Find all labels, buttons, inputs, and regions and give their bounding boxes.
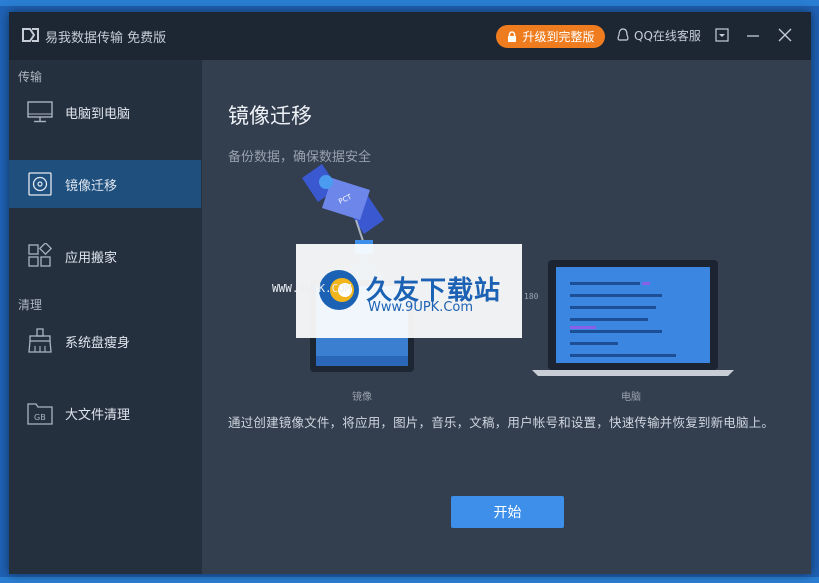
desktop-background-bottom [0, 577, 819, 583]
sidebar-item-pc-to-pc[interactable]: 电脑到电脑 [9, 88, 201, 136]
sidebar-item-system-slim[interactable]: 系统盘瘦身 [9, 317, 201, 365]
sidebar-item-label: 镜像迁移 [65, 178, 118, 194]
disc-icon [28, 172, 52, 196]
migration-illustration: PCT [302, 164, 734, 376]
watermark-right-text: 180 [524, 292, 539, 301]
svg-text:GB: GB [34, 413, 46, 422]
sidebar: 传输 电脑到电脑 镜像迁移 应用搬家 清理 系统盘瘦身 GB 大文件清理 [9, 60, 201, 574]
sidebar-item-label: 系统盘瘦身 [65, 335, 131, 351]
caption-image: 镜像 [352, 392, 372, 403]
watermark-url: Www.9UPK.Com [368, 300, 474, 315]
minimize-button[interactable] [744, 26, 762, 44]
description-text: 通过创建镜像文件，将应用，图片，音乐，文稿，用户帐号和设置，快速传输并恢复到新电… [228, 415, 775, 430]
title-bar: 易我数据传输 免费版 升级到完整版 QQ在线客服 [9, 12, 811, 60]
upgrade-button[interactable]: 升级到完整版 [496, 25, 605, 48]
sidebar-item-image-migration[interactable]: 镜像迁移 [9, 160, 201, 208]
qq-support-label: QQ在线客服 [634, 29, 701, 43]
apps-grid-icon [28, 243, 53, 267]
sidebar-item-label: 应用搬家 [65, 250, 118, 266]
minimize-icon [747, 35, 759, 37]
sidebar-item-large-file-clean[interactable]: GB 大文件清理 [9, 389, 201, 437]
section-label-clean: 清理 [18, 298, 43, 312]
dropdown-box-icon [715, 28, 729, 42]
sidebar-item-app-move[interactable]: 应用搬家 [9, 232, 201, 280]
laptop-icon [532, 260, 734, 376]
qq-penguin-icon [617, 28, 629, 41]
watermark-left-text: WWW.9UPK.COM [272, 282, 352, 295]
sidebar-item-label: 大文件清理 [65, 407, 131, 423]
satellite-icon: PCT [302, 164, 384, 254]
sidebar-item-label: 电脑到电脑 [65, 106, 131, 122]
app-title: 易我数据传输 免费版 [45, 31, 167, 46]
close-button[interactable] [776, 26, 794, 44]
lock-icon [508, 30, 517, 42]
app-logo-icon [22, 28, 39, 42]
menu-dropdown-button[interactable] [713, 26, 731, 44]
monitor-icon [27, 101, 53, 123]
close-icon [778, 28, 792, 42]
upgrade-label: 升级到完整版 [522, 30, 595, 44]
caption-computer: 电脑 [621, 392, 641, 403]
gb-folder-icon: GB [27, 403, 53, 425]
broom-icon [28, 328, 52, 353]
qq-support-button[interactable]: QQ在线客服 [616, 27, 701, 44]
section-label-transfer: 传输 [18, 70, 43, 84]
start-button[interactable]: 开始 [451, 496, 564, 528]
desktop-background [0, 0, 819, 6]
